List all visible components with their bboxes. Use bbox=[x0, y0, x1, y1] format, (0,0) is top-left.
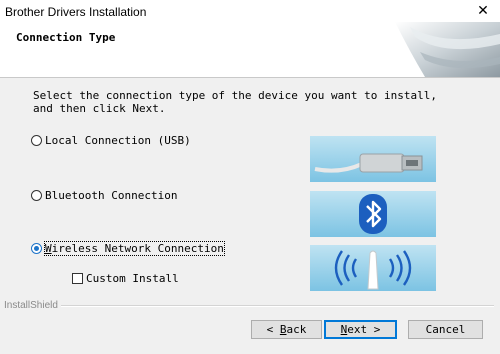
installshield-divider: InstallShield bbox=[4, 300, 494, 311]
usb-connection-option[interactable]: Local Connection (USB) bbox=[31, 134, 191, 147]
wireless-connection-radio[interactable] bbox=[31, 243, 42, 254]
next-button[interactable]: Next > bbox=[324, 320, 397, 339]
instruction-text: Select the connection type of the device… bbox=[33, 89, 437, 115]
custom-install-checkbox[interactable] bbox=[72, 273, 83, 284]
bluetooth-connection-label[interactable]: Bluetooth Connection bbox=[45, 189, 177, 202]
usb-connection-label[interactable]: Local Connection (USB) bbox=[45, 134, 191, 147]
header-decoration-icon bbox=[395, 22, 500, 77]
close-icon: ✕ bbox=[477, 3, 489, 19]
bluetooth-connection-radio[interactable] bbox=[31, 190, 42, 201]
window-title: Brother Drivers Installation bbox=[5, 5, 147, 19]
bluetooth-icon bbox=[310, 191, 436, 237]
wireless-icon bbox=[310, 245, 436, 291]
custom-install-label[interactable]: Custom Install bbox=[86, 272, 179, 285]
page-title: Connection Type bbox=[16, 31, 116, 44]
cancel-label: Cancel bbox=[425, 323, 466, 336]
bluetooth-connection-option[interactable]: Bluetooth Connection bbox=[31, 189, 177, 202]
cancel-button[interactable]: Cancel bbox=[408, 320, 483, 339]
installshield-brand: InstallShield bbox=[4, 300, 58, 311]
back-button[interactable]: < Back bbox=[251, 320, 322, 339]
next-mnemonic: N bbox=[340, 323, 348, 336]
back-prefix: < bbox=[266, 323, 280, 336]
back-rest: ack bbox=[286, 323, 307, 336]
wireless-connection-option[interactable]: Wireless Network Connection bbox=[31, 241, 225, 256]
custom-install-option[interactable]: Custom Install bbox=[72, 272, 179, 285]
header-banner: Connection Type bbox=[0, 22, 500, 78]
wireless-mnemonic: W bbox=[45, 242, 52, 255]
divider-line bbox=[60, 304, 494, 307]
next-rest: ext > bbox=[347, 323, 381, 336]
wireless-connection-label[interactable]: Wireless Network Connection bbox=[44, 241, 225, 256]
back-mnemonic: B bbox=[279, 323, 287, 336]
usb-connection-radio[interactable] bbox=[31, 135, 42, 146]
usb-cable-icon bbox=[310, 136, 436, 182]
close-button[interactable]: ✕ bbox=[466, 0, 500, 22]
title-bar: Brother Drivers Installation ✕ bbox=[0, 0, 500, 22]
